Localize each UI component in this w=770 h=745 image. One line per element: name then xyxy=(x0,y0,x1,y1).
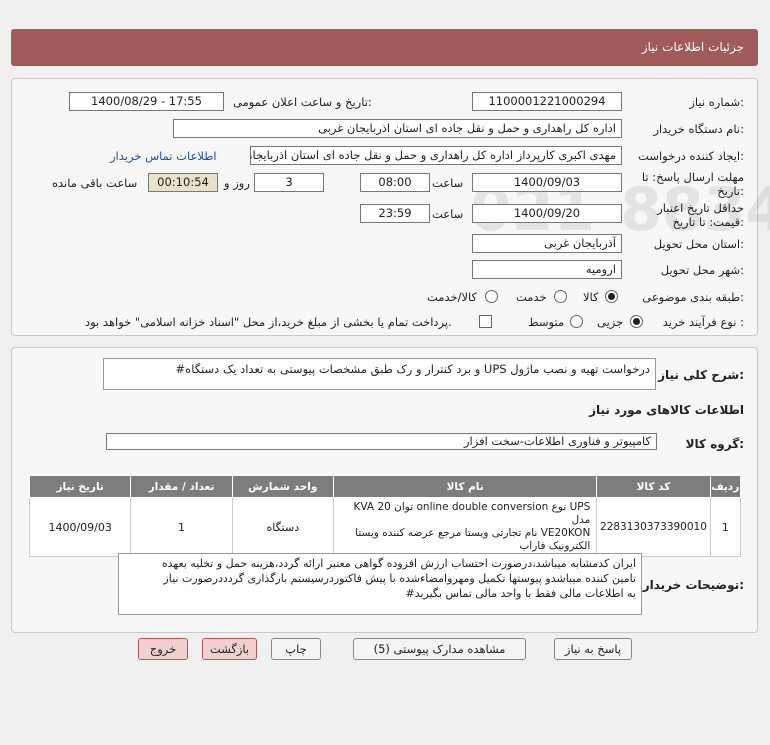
reply-button[interactable]: پاسخ به نیاز xyxy=(554,638,632,660)
validity-time-label: ساعت xyxy=(432,207,464,221)
remaining-label: ساعت باقی مانده xyxy=(52,176,138,190)
goods-section-title: اطلاعات کالاهای مورد نیاز xyxy=(589,403,744,417)
city-field: ارومیه xyxy=(472,260,622,279)
need-number-label: شماره نیاز: xyxy=(689,95,744,109)
cell-date: 1400/09/03 xyxy=(28,497,132,557)
process-radio-medium[interactable] xyxy=(570,315,583,328)
attachments-button[interactable]: مشاهده مدارک پیوستی (5) xyxy=(353,638,526,660)
cell-name-line3: الکترونیک فاراب xyxy=(519,540,591,552)
requester-label: ایجاد کننده درخواست: xyxy=(638,149,744,163)
category-radio-goods-service[interactable] xyxy=(485,290,498,303)
days-field: 3 xyxy=(254,173,324,192)
category-label: طبقه بندی موضوعی: xyxy=(642,290,744,304)
notes-line2: تامین کننده میباشدو پیوستها تکمیل ومهروا… xyxy=(163,572,636,585)
announce-label: تاریخ و ساعت اعلان عمومی: xyxy=(233,95,372,109)
days-label: روز و xyxy=(224,176,250,190)
category-option-goods-service: کالا/خدمت xyxy=(427,290,478,304)
page-title: جزئیات اطلاعات نیاز xyxy=(641,40,744,54)
col-code: کد کالا xyxy=(596,475,711,498)
requester-field: مهدی اکبری کارپرداز اداره کل راهداری و ح… xyxy=(250,146,622,165)
announce-field: 1400/08/29 - 17:55 xyxy=(69,92,224,111)
remaining-time-field: 00:10:54 xyxy=(148,173,218,192)
province-field: آذربایجان غربی xyxy=(472,234,622,253)
col-date: تاریخ نیاز xyxy=(28,475,132,498)
deadline-time-label: ساعت xyxy=(432,176,464,190)
summary-label: شرح کلی نیاز: xyxy=(658,368,744,382)
deadline-label: مهلت ارسال پاسخ: تا xyxy=(641,170,744,184)
notes-line1: ایران کدمشابه میباشد،درصورت احتساب ارزش … xyxy=(161,557,636,570)
validity-label: حداقل تاریخ اعتبار xyxy=(657,201,744,215)
col-unit: واحد شمارش xyxy=(231,475,334,498)
process-label: نوع فرآیند خرید : xyxy=(662,315,744,329)
goods-group-field: کامپیوتر و فناوری اطلاعات-سخت افزار xyxy=(106,433,657,450)
province-label: استان محل تحویل: xyxy=(653,237,744,251)
category-option-service: خدمت xyxy=(516,290,547,304)
buyer-label: نام دستگاه خریدار: xyxy=(653,122,744,136)
deadline-date-field: 1400/09/03 xyxy=(472,173,622,192)
category-radio-goods[interactable] xyxy=(605,290,618,303)
cell-name: UPS نوع online double conversion توان 20… xyxy=(332,497,598,557)
cell-row: 1 xyxy=(709,497,742,557)
validity-date-field: 1400/09/20 xyxy=(472,204,622,223)
cell-unit: دستگاه xyxy=(231,497,334,557)
buyer-contact-link[interactable]: اطلاعات تماس خریدار xyxy=(110,149,217,163)
cell-name-line1: UPS نوع online double conversion توان 20… xyxy=(353,501,591,526)
validity-time-field: 23:59 xyxy=(360,204,430,223)
table-row[interactable]: 1 2283130373390010 UPS نوع online double… xyxy=(28,497,742,557)
col-name: نام کالا xyxy=(332,475,598,498)
category-radio-service[interactable] xyxy=(554,290,567,303)
deadline-time-field: 08:00 xyxy=(360,173,430,192)
process-option-small: جزیی xyxy=(597,315,624,329)
deadline-label-2: تاریخ: xyxy=(717,184,744,198)
notes-line3: به اطلاعات مالی فقط با واحد مالی تماس بگ… xyxy=(405,587,636,600)
goods-table-header: ردیف کد کالا نام کالا واحد شمارش تعداد /… xyxy=(28,475,742,498)
goods-group-label: گروه کالا: xyxy=(685,437,744,451)
cell-qty: 1 xyxy=(130,497,233,557)
exit-button[interactable]: خروج xyxy=(138,638,188,660)
back-button[interactable]: بازگشت xyxy=(202,638,257,660)
validity-label-2: قیمت: تا تاریخ: xyxy=(672,215,744,229)
print-button[interactable]: چاپ xyxy=(271,638,321,660)
notes-field: ایران کدمشابه میباشد،درصورت احتساب ارزش … xyxy=(118,553,642,615)
col-row: ردیف xyxy=(709,475,742,498)
need-number-field: 1100001221000294 xyxy=(472,92,622,111)
category-option-goods: کالا xyxy=(583,290,599,304)
process-radio-small[interactable] xyxy=(630,315,643,328)
col-qty: تعداد / مقدار xyxy=(130,475,233,498)
summary-field: درخواست تهیه و نصب ماژول UPS و برد کنترا… xyxy=(103,358,656,390)
process-option-medium: متوسط xyxy=(528,315,565,329)
cell-code: 2283130373390010 xyxy=(596,497,711,557)
page-header: جزئیات اطلاعات نیاز xyxy=(11,29,758,66)
city-label: شهر محل تحویل: xyxy=(660,263,744,277)
goods-table: ردیف کد کالا نام کالا واحد شمارش تعداد /… xyxy=(28,475,742,557)
treasury-payment-note: پرداخت تمام یا بخشی از مبلغ خرید،از محل … xyxy=(85,315,452,329)
treasury-payment-checkbox[interactable] xyxy=(479,315,492,328)
buyer-field: اداره کل راهداری و حمل و نقل جاده ای است… xyxy=(173,119,622,138)
notes-label: توضیحات خریدار: xyxy=(642,578,744,592)
cell-name-line2: VE20KON نام تجارتی ویستا مرجع عرضه کننده… xyxy=(355,527,591,539)
